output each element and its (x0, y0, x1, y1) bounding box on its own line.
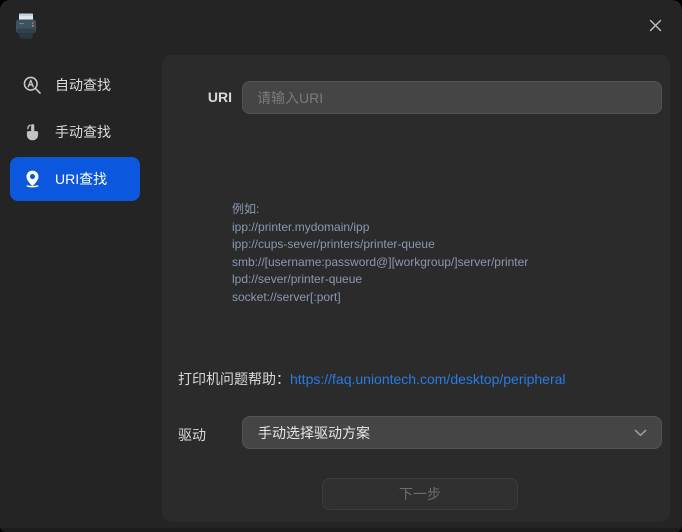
titlebar (0, 0, 682, 50)
sidebar-item-label: URI查找 (55, 171, 108, 187)
content-panel: URI 例如: ipp://printer.mydomain/ipp ipp:/… (162, 55, 670, 522)
auto-search-icon (21, 74, 43, 96)
sidebar: 自动查找 手动查找 URI查找 (0, 50, 162, 532)
driver-label: 驱动 (178, 427, 206, 443)
example-line: ipp://cups-sever/printers/printer-queue (232, 237, 435, 251)
close-icon (649, 19, 661, 31)
uri-label: URI (207, 89, 232, 105)
sidebar-item-manual-search[interactable]: 手动查找 (10, 110, 140, 154)
sidebar-item-uri-search[interactable]: URI查找 (10, 157, 140, 201)
uri-examples: 例如: ipp://printer.mydomain/ipp ipp://cup… (232, 201, 528, 306)
example-line: ipp://printer.mydomain/ipp (232, 219, 370, 234)
close-button[interactable] (640, 10, 670, 40)
example-line: lpd://sever/printer-queue (232, 272, 363, 286)
location-pin-icon (21, 168, 43, 190)
hand-touch-icon (21, 121, 43, 143)
driver-dropdown[interactable]: 手动选择驱动方案 (242, 416, 662, 449)
driver-dropdown-value: 手动选择驱动方案 (258, 424, 370, 441)
sidebar-item-label: 手动查找 (55, 124, 111, 140)
sidebar-item-label: 自动查找 (55, 77, 111, 93)
examples-title: 例如: (232, 202, 260, 216)
printer-icon (16, 13, 36, 39)
next-button[interactable]: 下一步 (322, 478, 518, 510)
example-line: socket://server[:port] (232, 289, 341, 304)
printer-help-label: 打印机问题帮助： (178, 371, 290, 387)
example-line: smb://[username:password@][workgroup/]se… (232, 254, 529, 269)
chevron-down-icon (634, 429, 647, 437)
printer-setup-window: 自动查找 手动查找 URI查找 URI 请输入URI 例如: ipp://pri… (0, 0, 682, 532)
printer-help-link[interactable]: https://faq.uniontech.com/desktop/periph… (290, 371, 566, 387)
window-bottom-edge (0, 528, 682, 532)
printer-help-row: 打印机问题帮助： https://faq.uniontech.com/deskt… (178, 369, 566, 389)
uri-input[interactable] (242, 81, 662, 114)
sidebar-item-auto-search[interactable]: 自动查找 (10, 63, 140, 107)
